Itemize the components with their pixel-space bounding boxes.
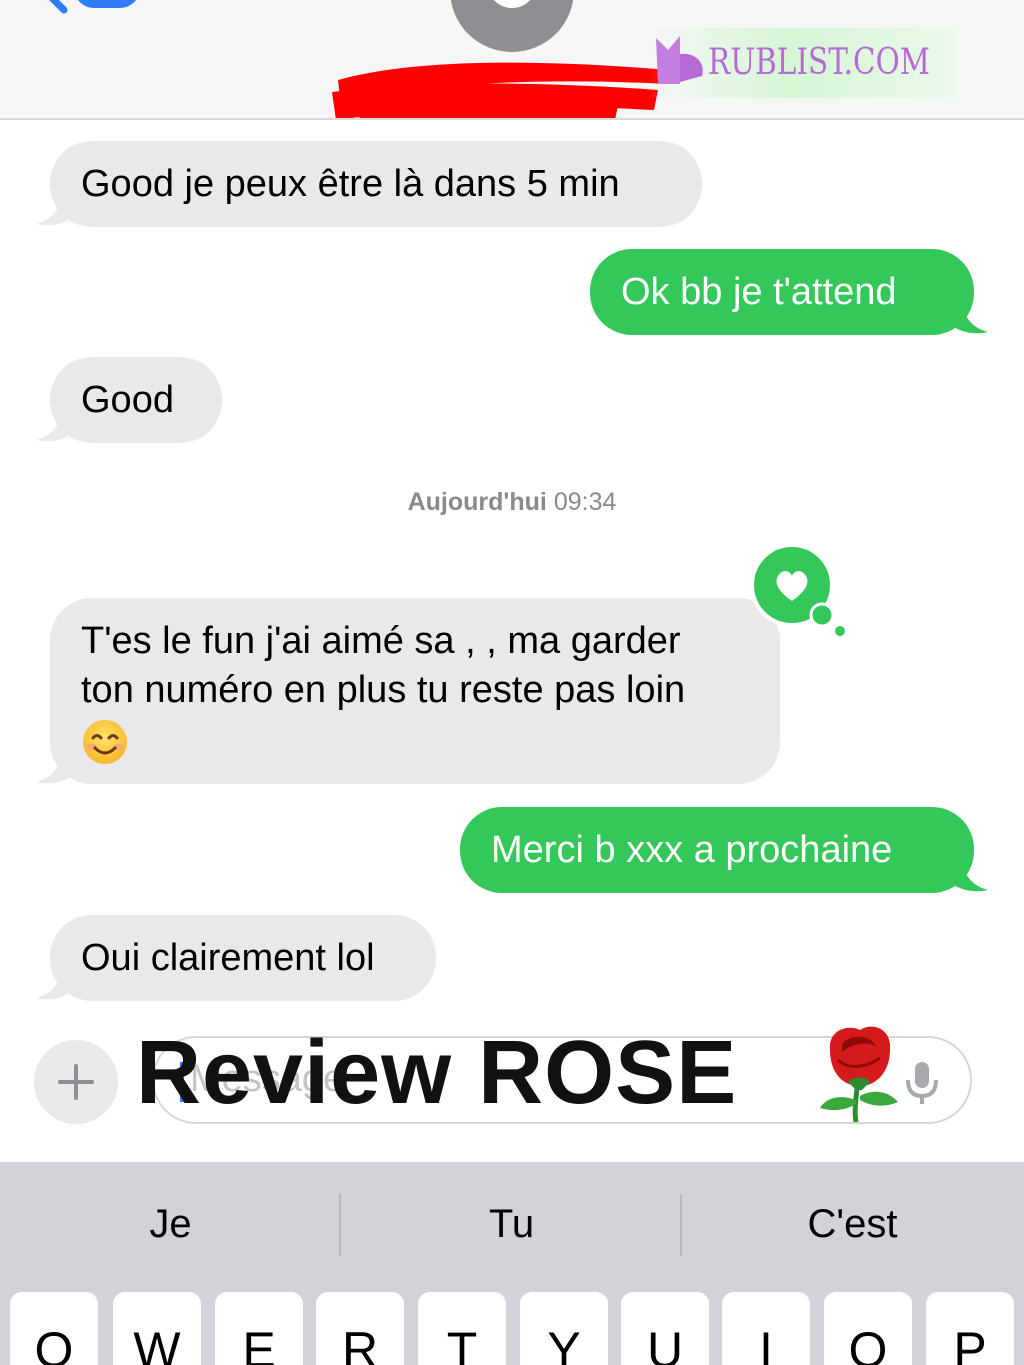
key-i[interactable]: I [722,1292,810,1365]
avatar-head-shape [487,0,537,8]
key-o[interactable]: O [824,1292,912,1365]
message-text: Oui clairement lol [81,937,375,979]
message-text: Ok bb je t'attend [621,271,897,313]
keyboard: Je Tu C'est Q W E R T Y U I O P [0,1162,1024,1365]
incoming-message[interactable]: Oui clairement lol [50,915,436,1001]
watermark-logo-icon [656,36,703,84]
outgoing-message[interactable]: Merci b xxx a prochaine [460,807,974,893]
timestamp-time: 09:34 [553,488,617,516]
message-text: Merci b xxx a prochaine [491,829,893,871]
timestamp-day: Aujourd'hui [407,488,547,516]
incoming-message[interactable]: T'es le fun j'ai aimé sa , , ma garder t… [50,598,780,784]
key-t[interactable]: T [418,1292,506,1365]
message-text: Good [81,379,174,421]
key-q[interactable]: Q [10,1292,98,1365]
message-text-line: T'es le fun j'ai aimé sa , , ma garder [81,620,681,662]
back-chevron-icon[interactable] [40,0,150,20]
conversation-timestamp: Aujourd'hui 09:34 [0,488,1024,517]
rose-emoji-icon [820,1026,898,1123]
incoming-message[interactable]: Good je peux être là dans 5 min [50,141,702,227]
add-attachment-button[interactable] [34,1040,118,1124]
watermark: RUBLIST.COM [648,28,958,98]
message-text-line: ton numéro en plus tu reste pas loin [81,669,686,711]
smiling-face-emoji-icon [83,719,127,764]
suggestion-tu[interactable]: Tu [341,1202,682,1247]
key-u[interactable]: U [621,1292,709,1365]
key-y[interactable]: Y [520,1292,608,1365]
plus-icon [58,1064,94,1100]
review-overlay-title: Review ROSE [136,1023,738,1123]
suggestion-je[interactable]: Je [0,1202,341,1247]
incoming-message[interactable]: Good [50,357,222,443]
redaction-scribble [332,62,668,118]
heart-reaction-icon[interactable] [748,541,848,641]
key-e[interactable]: E [215,1292,303,1365]
key-r[interactable]: R [316,1292,404,1365]
suggestion-cest[interactable]: C'est [682,1202,1023,1247]
message-text: Good je peux être là dans 5 min [81,163,620,205]
conversation-header: RUBLIST.COM [0,0,1024,120]
watermark-text: RUBLIST.COM [708,42,931,83]
key-p[interactable]: P [926,1292,1014,1365]
key-w[interactable]: W [113,1292,201,1365]
outgoing-message[interactable]: Ok bb je t'attend [590,249,974,335]
